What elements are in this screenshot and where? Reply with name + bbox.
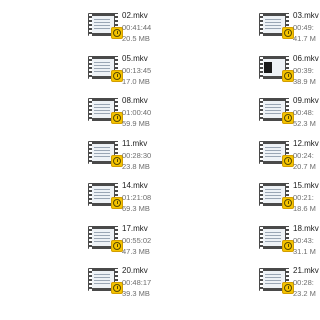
file-name: 05.mkv xyxy=(122,54,148,63)
file-details: 09.mkv 00:48: 52.3 M xyxy=(293,95,319,129)
file-name: 02.mkv xyxy=(122,11,148,20)
file-item[interactable]: 05.mkv 00:13:45 17.0 MB xyxy=(88,53,248,97)
file-duration: 01:21:08 xyxy=(122,193,152,202)
file-details: 06.mkv 00:39: 38.9 M xyxy=(293,53,319,87)
file-item[interactable]: 17.mkv 00:55:02 47.3 MB xyxy=(88,223,248,267)
file-details: 21.mkv 00:28: 23.2 M xyxy=(293,265,319,299)
file-item[interactable]: 02.mkv 00:41:44 20.5 MB xyxy=(88,10,248,54)
file-item[interactable]: 12.mkv 00:24: 20.7 M xyxy=(259,138,320,182)
file-name: 18.mkv xyxy=(293,224,319,233)
file-item[interactable]: 21.mkv 00:28: 23.2 M xyxy=(259,265,320,309)
file-size: 39.3 MB xyxy=(122,289,150,298)
file-item[interactable]: 06.mkv 00:39: 38.9 M xyxy=(259,53,320,97)
file-name: 20.mkv xyxy=(122,266,148,275)
file-details: 08.mkv 01:00:40 59.9 MB xyxy=(122,95,151,129)
file-item[interactable]: 18.mkv 00:43: 31.1 M xyxy=(259,223,320,267)
file-item[interactable]: 03.mkv 00:49: 41.7 M xyxy=(259,10,320,54)
file-name: 09.mkv xyxy=(293,96,319,105)
file-name: 08.mkv xyxy=(122,96,148,105)
file-size: 20.5 MB xyxy=(122,34,150,43)
file-size: 59.9 MB xyxy=(122,119,150,128)
file-size: 69.3 MB xyxy=(122,204,150,213)
file-duration: 00:41:44 xyxy=(122,23,152,32)
file-size: 17.0 MB xyxy=(122,77,150,86)
file-size: 52.3 M xyxy=(293,119,316,128)
file-details: 20.mkv 00:48:17 39.3 MB xyxy=(122,265,151,299)
file-duration: 00:28: xyxy=(293,278,314,287)
file-duration: 00:55:02 xyxy=(122,236,152,245)
file-explorer-content-view: 02.mkv 00:41:44 20.5 MB 03.mkv 00:49: 41.7 M0… xyxy=(0,0,320,320)
file-details: 17.mkv 00:55:02 47.3 MB xyxy=(122,223,151,257)
file-size: 18.6 M xyxy=(293,204,316,213)
file-duration: 00:43: xyxy=(293,236,314,245)
file-details: 15.mkv 00:21: 18.6 M xyxy=(293,180,319,214)
file-size: 23.8 MB xyxy=(122,162,150,171)
file-duration: 00:48: xyxy=(293,108,314,117)
file-size: 23.2 M xyxy=(293,289,316,298)
file-size: 41.7 M xyxy=(293,34,316,43)
file-duration: 00:39: xyxy=(293,66,314,75)
file-size: 38.9 M xyxy=(293,77,316,86)
file-name: 06.mkv xyxy=(293,54,319,63)
file-name: 21.mkv xyxy=(293,266,319,275)
file-name: 15.mkv xyxy=(293,181,319,190)
file-item[interactable]: 14.mkv 01:21:08 69.3 MB xyxy=(88,180,248,224)
file-duration: 00:28:30 xyxy=(122,151,152,160)
file-name: 03.mkv xyxy=(293,11,319,20)
file-item[interactable]: 11.mkv 00:28:30 23.8 MB xyxy=(88,138,248,182)
file-details: 12.mkv 00:24: 20.7 M xyxy=(293,138,319,172)
file-size: 20.7 M xyxy=(293,162,316,171)
file-item[interactable]: 15.mkv 00:21: 18.6 M xyxy=(259,180,320,224)
file-item[interactable]: 09.mkv 00:48: 52.3 M xyxy=(259,95,320,139)
file-details: 14.mkv 01:21:08 69.3 MB xyxy=(122,180,151,214)
file-item[interactable]: 08.mkv 01:00:40 59.9 MB xyxy=(88,95,248,139)
file-duration: 00:49: xyxy=(293,23,314,32)
file-duration: 01:00:40 xyxy=(122,108,152,117)
file-duration: 00:48:17 xyxy=(122,278,152,287)
file-name: 11.mkv xyxy=(122,139,148,148)
file-name: 12.mkv xyxy=(293,139,319,148)
file-duration: 00:21: xyxy=(293,193,314,202)
file-name: 17.mkv xyxy=(122,224,148,233)
file-details: 02.mkv 00:41:44 20.5 MB xyxy=(122,10,151,44)
file-size: 31.1 M xyxy=(293,247,316,256)
file-details: 18.mkv 00:43: 31.1 M xyxy=(293,223,319,257)
file-size: 47.3 MB xyxy=(122,247,150,256)
file-details: 05.mkv 00:13:45 17.0 MB xyxy=(122,53,151,87)
file-name: 14.mkv xyxy=(122,181,148,190)
file-duration: 00:13:45 xyxy=(122,66,152,75)
file-details: 03.mkv 00:49: 41.7 M xyxy=(293,10,319,44)
file-details: 11.mkv 00:28:30 23.8 MB xyxy=(122,138,151,172)
file-item[interactable]: 20.mkv 00:48:17 39.3 MB xyxy=(88,265,248,309)
file-duration: 00:24: xyxy=(293,151,314,160)
